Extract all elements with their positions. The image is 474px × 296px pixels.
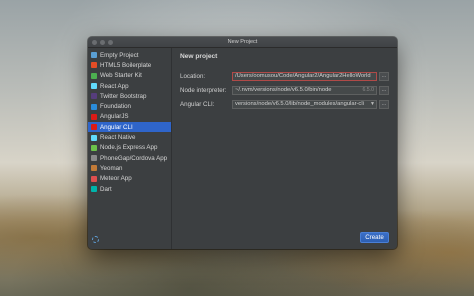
node-interpreter-label: Node interpreter: [180,86,227,94]
react-icon [91,83,97,90]
sidebar-item-label: Foundation [100,103,131,111]
sidebar-item-react-native[interactable]: React Native [88,132,171,142]
project-settings-panel: New project Location: /Users/oomusou/Cod… [172,48,397,249]
browse-interpreter-button[interactable]: ... [379,85,389,95]
meteor-icon [91,175,97,182]
react-native-icon [91,134,97,141]
sidebar-item-label: React App [100,82,129,90]
sidebar-item-meteor-app[interactable]: Meteor App [88,174,171,184]
angularjs-icon [91,113,97,120]
foundation-icon [91,103,97,110]
sidebar-item-html5-boilerplate[interactable]: HTML5 Boilerplate [88,60,171,70]
sidebar-item-label: PhoneGap/Cordova App [100,154,168,162]
node-interpreter-row: Node interpreter: ~/.nvm/versions/node/v… [180,85,389,95]
angular-cli-select[interactable]: versions/node/v6.5.0/lib/node_modules/an… [232,99,377,109]
window-title: New Project [227,39,258,45]
sidebar-item-foundation[interactable]: Foundation [88,101,171,111]
html5-icon [91,62,97,69]
location-row: Location: /Users/oomusou/Code/Angular2/A… [180,71,389,81]
location-value: /Users/oomusou/Code/Angular2/Angular2Hel… [235,72,371,79]
phonegap-icon [91,155,97,162]
node-version-label: 6.5.0 [362,86,374,93]
location-label: Location: [180,72,206,80]
create-button[interactable]: Create [360,232,389,243]
nodejs-icon [91,144,97,151]
settings-icon[interactable] [92,236,99,243]
sidebar-item-label: Web Starter Kit [100,72,142,80]
sidebar-item-label: Yeoman [100,164,123,172]
sidebar-item-label: AngularJS [100,113,129,121]
sidebar-item-angularjs[interactable]: AngularJS [88,112,171,122]
sidebar-item-react-app[interactable]: React App [88,81,171,91]
node-interpreter-value: ~/.nvm/versions/node/v6.5.0/bin/node [235,86,332,93]
sidebar-item-label: React Native [100,134,136,142]
angular-cli-icon [91,124,97,131]
angular-cli-row: Angular CLI: versions/node/v6.5.0/lib/no… [180,99,389,109]
sidebar-item-label: HTML5 Boilerplate [100,61,152,69]
sidebar-item-empty-project[interactable]: Empty Project [88,50,171,60]
title-bar: New Project [88,37,397,48]
sidebar-item-phonegap-cordova-app[interactable]: PhoneGap/Cordova App [88,153,171,163]
sidebar-item-label: Empty Project [100,51,139,59]
chevron-down-icon[interactable]: ▼ [370,101,375,108]
sidebar-item-label: Twitter Bootstrap [100,92,147,100]
sidebar-item-twitter-bootstrap[interactable]: Twitter Bootstrap [88,91,171,101]
browse-location-button[interactable]: ... [379,71,389,81]
yeoman-icon [91,165,97,172]
sidebar-item-label: Node.js Express App [100,144,158,152]
sidebar-item-angular-cli[interactable]: Angular CLI [88,122,171,133]
sidebar-item-label: Dart [100,185,112,193]
sidebar-item-yeoman[interactable]: Yeoman [88,163,171,173]
project-type-list: Empty Project HTML5 Boilerplate Web Starte… [88,48,172,249]
angular-cli-label: Angular CLI: [180,100,215,108]
node-interpreter-select[interactable]: ~/.nvm/versions/node/v6.5.0/bin/node 6.5… [232,85,377,95]
zoom-window-button[interactable] [108,39,113,45]
bootstrap-icon [91,93,97,100]
dart-icon [91,186,97,192]
web-starter-kit-icon [91,72,97,79]
browse-cli-button[interactable]: ... [379,99,389,109]
sidebar-item-web-starter-kit[interactable]: Web Starter Kit [88,71,171,81]
sidebar-item-label: Meteor App [100,175,132,183]
location-field[interactable]: /Users/oomusou/Code/Angular2/Angular2Hel… [232,71,377,81]
sidebar-item-dart[interactable]: Dart [88,184,171,194]
close-window-button[interactable] [92,39,97,45]
angular-cli-value: versions/node/v6.5.0/lib/node_modules/an… [235,100,364,107]
section-heading: New project [180,53,218,60]
sidebar-item-node-js-express-app[interactable]: Node.js Express App [88,143,171,153]
window-controls [92,39,113,45]
minimize-window-button[interactable] [100,39,105,45]
sidebar-item-label: Angular CLI [100,123,133,131]
empty-project-icon [91,52,97,59]
new-project-dialog: New Project Empty Project HTML5 Boilerpla… [88,37,397,249]
